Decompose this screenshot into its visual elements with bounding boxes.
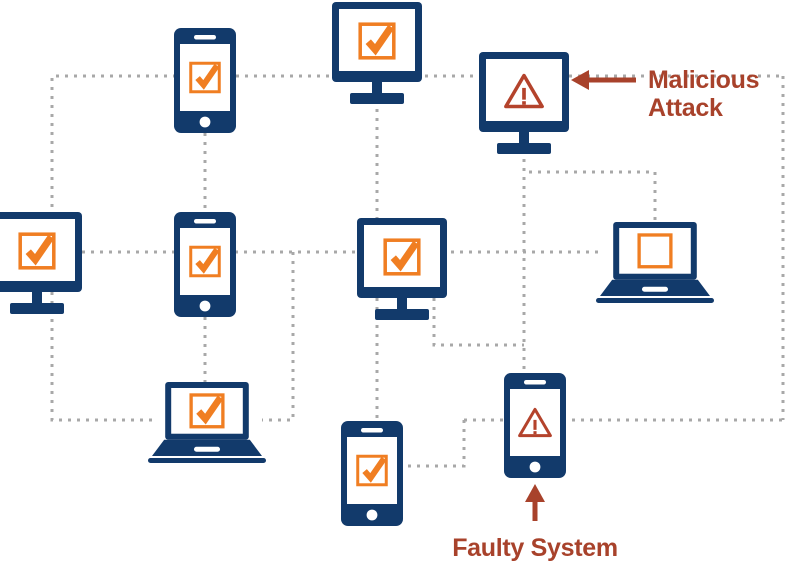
phone-speaker [194, 219, 216, 224]
phone-home-button [529, 461, 541, 473]
monitor-neck [32, 292, 42, 304]
monitor-screen [364, 225, 440, 287]
device-laptop-idle[interactable] [596, 222, 714, 303]
malicious-attack-arrow-head [571, 70, 589, 90]
warning-exclamation-dot [533, 431, 537, 435]
phone-speaker [194, 35, 216, 40]
device-monitor-ok[interactable] [332, 2, 422, 104]
monitor-screen [0, 219, 75, 281]
phone-screen [180, 44, 230, 111]
device-monitor-ok[interactable] [357, 218, 447, 320]
faulty-system-label: Faulty System [452, 534, 618, 562]
device-phone-faulty[interactable] [504, 373, 566, 478]
faulty-system-arrow-head [525, 484, 545, 502]
monitor-neck [519, 132, 529, 144]
device-phone-ok[interactable] [174, 28, 236, 133]
phone-speaker [524, 380, 546, 385]
device-phone-ok[interactable] [341, 421, 403, 526]
device-laptop-ok[interactable] [148, 382, 266, 463]
monitor-neck [372, 82, 382, 94]
monitor-screen [339, 9, 415, 71]
warning-exclamation-dot [522, 101, 526, 105]
phone-home-button [199, 300, 211, 312]
laptop-trackpad [194, 446, 220, 452]
laptop-trackpad [642, 286, 668, 292]
device-phone-ok[interactable] [174, 212, 236, 317]
monitor-stand [350, 93, 404, 104]
monitor-stand [375, 309, 429, 320]
phone-screen [347, 437, 397, 504]
malicious-attack-label-line-1: Malicious [648, 66, 759, 94]
connection-link [432, 298, 524, 347]
diagram-canvas: MaliciousAttack Faulty System [0, 2, 785, 562]
phone-speaker [361, 428, 383, 433]
connection-link [262, 252, 295, 422]
device-monitor-ok[interactable] [0, 212, 82, 314]
annotation-faulty-system: Faulty System [452, 484, 618, 562]
laptop-foot [148, 458, 266, 463]
warning-exclamation-stem [533, 419, 537, 430]
monitor-stand [497, 143, 551, 154]
annotation-malicious-attack: MaliciousAttack [571, 66, 760, 122]
phone-screen [180, 228, 230, 295]
laptop-foot [596, 298, 714, 303]
network-diagram: Malicious Attack Faulty System [0, 0, 800, 564]
connection-link [50, 292, 152, 422]
monitor-stand [10, 303, 64, 314]
connection-link [403, 420, 466, 468]
phone-home-button [366, 509, 378, 521]
annotations-layer: MaliciousAttack Faulty System [452, 66, 759, 562]
device-monitor-attack[interactable] [479, 52, 569, 154]
malicious-attack-label-line-2: Attack [648, 94, 723, 122]
warning-exclamation-stem [522, 87, 526, 100]
phone-home-button [199, 116, 211, 128]
monitor-neck [397, 298, 407, 310]
